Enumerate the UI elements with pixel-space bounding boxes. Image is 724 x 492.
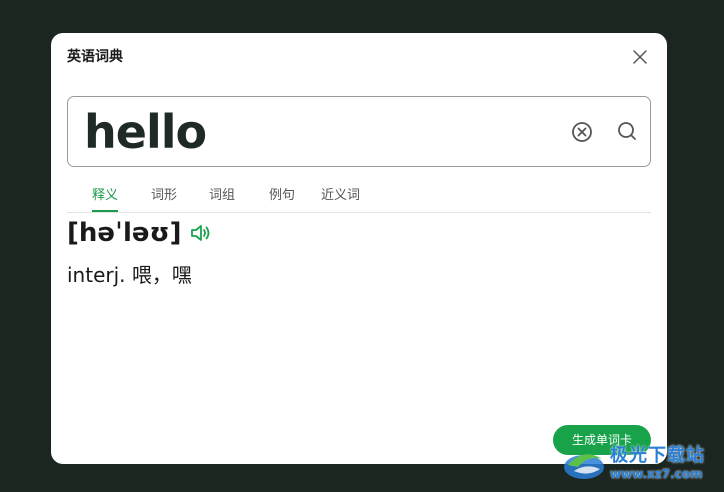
clear-button[interactable] [571,121,593,143]
definition-text: interj. 喂，嘿 [67,263,192,287]
search-button[interactable] [617,121,637,143]
watermark: 极光下载站 www.xz7.com [560,437,720,489]
clear-circle-icon [572,122,592,142]
phonetic-text: [həˈləʊ] [67,218,182,248]
dictionary-dialog: 英语词典 释义 词形 词组 例句 近义词 [ [51,33,667,464]
watermark-logo-icon [564,454,604,479]
search-icon [618,122,636,140]
speaker-icon [190,225,209,241]
watermark-name: 极光下载站 [610,444,705,466]
tab-phrases[interactable]: 词组 [209,187,235,205]
tab-definition[interactable]: 释义 [92,187,118,205]
dialog-title: 英语词典 [67,49,123,65]
search-box [67,96,651,167]
tab-word-forms[interactable]: 词形 [151,187,177,205]
watermark-url: www.xz7.com [610,466,703,481]
active-tab-indicator [92,210,118,212]
tab-synonyms[interactable]: 近义词 [321,187,360,205]
close-button[interactable] [631,48,649,66]
tab-bar: 释义 词形 词组 例句 近义词 [67,183,651,213]
close-icon [633,50,647,64]
search-input[interactable] [84,103,544,161]
phonetic-row: [həˈləʊ] [67,216,212,250]
pronounce-button[interactable] [190,222,212,244]
tab-examples[interactable]: 例句 [269,187,295,205]
